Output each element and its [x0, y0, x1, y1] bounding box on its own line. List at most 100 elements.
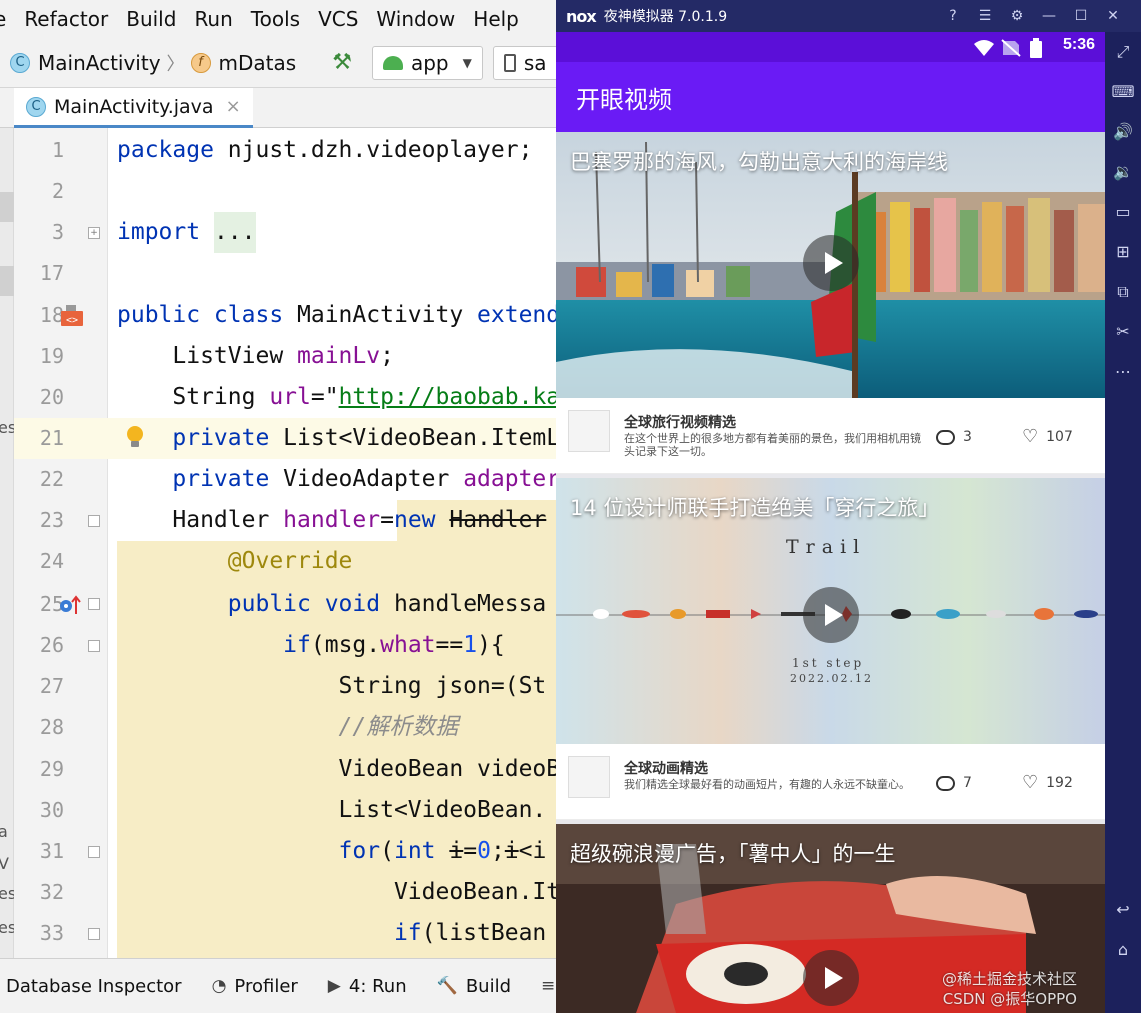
menu-item-run[interactable]: Run [185, 7, 241, 31]
keyboard-icon[interactable]: ⌨ [1111, 80, 1135, 104]
tab-mainactivity-java[interactable]: C MainActivity.java × [14, 88, 253, 128]
volume-down-icon[interactable]: 🔉 [1111, 160, 1135, 184]
close-icon[interactable]: × [226, 96, 241, 117]
menu-item-build[interactable]: Build [117, 7, 185, 31]
strip-fragment: V [0, 854, 9, 873]
wifi-icon [974, 40, 994, 56]
video-thumbnail[interactable]: 巴塞罗那的海风，勾勒出意大利的海岸线 [556, 132, 1105, 398]
help-icon[interactable]: ? [937, 8, 969, 24]
lightbulb-icon[interactable] [124, 424, 146, 450]
breadcrumb-class[interactable]: C MainActivity [10, 51, 161, 75]
menu-item-vcs[interactable]: VCS [309, 7, 367, 31]
code-token: public void [117, 591, 394, 617]
code-line: 19 ListView mainLv; [14, 336, 556, 377]
menu-bar: e Refactor Build Run Tools VCS Window He… [0, 0, 556, 38]
code-token: public class [117, 302, 298, 328]
hammer-icon: 🔨 [436, 976, 458, 996]
comment-count[interactable]: 3 [936, 425, 972, 445]
code-text: private List<VideoBean.ItemL [117, 418, 556, 459]
status-bar: 5:36 [556, 32, 1105, 62]
play-icon[interactable] [803, 235, 859, 291]
code-token: ListView [117, 343, 298, 369]
fold-collapse-icon[interactable] [88, 515, 100, 527]
code-token: handleMessa [393, 591, 547, 617]
tool-window-strip: es a V es es [0, 128, 16, 958]
code-token: VideoAdapter [283, 466, 464, 492]
maximize-icon[interactable]: ☐ [1065, 8, 1097, 24]
tool-build[interactable]: 🔨 Build [437, 976, 511, 997]
volume-up-icon[interactable]: 🔊 [1111, 120, 1135, 144]
comment-count[interactable]: 7 [936, 771, 972, 791]
comment-icon [936, 425, 955, 445]
video-card[interactable]: 巴塞罗那的海风，勾勒出意大利的海岸线 全球旅行视频精选 在这个世界上的很多地方都… [556, 132, 1105, 474]
code-token: extends [477, 302, 556, 328]
code-token: VideoBean.It [117, 879, 556, 905]
code-token: MainActivity [297, 302, 478, 328]
run-config-select[interactable]: app ▼ [371, 45, 483, 80]
play-icon[interactable] [803, 950, 859, 1006]
fold-collapse-icon[interactable] [88, 598, 100, 610]
video-list[interactable]: 巴塞罗那的海风，勾勒出意大利的海岸线 全球旅行视频精选 在这个世界上的很多地方都… [556, 132, 1105, 1013]
strip-fragment: a [0, 822, 8, 841]
gear-icon[interactable]: ⚙ [1001, 8, 1033, 24]
breadcrumb-field[interactable]: f mDatas [190, 51, 296, 75]
code-line: 1 package njust.dzh.videoplayer; [14, 130, 556, 171]
code-token: import [117, 219, 214, 245]
menu-item-edit-partial[interactable]: e [0, 7, 15, 31]
line-number: 25 [39, 592, 64, 616]
tool-run[interactable]: ▶ 4: Run [328, 976, 407, 997]
code-token: == [435, 632, 464, 658]
comment-icon [936, 771, 955, 791]
menu-item-refactor[interactable]: Refactor [15, 7, 117, 31]
play-icon[interactable] [803, 587, 859, 643]
home-icon[interactable]: ⌂ [1111, 938, 1135, 962]
fold-collapse-icon[interactable] [88, 928, 100, 940]
build-hammer-icon[interactable]: ⚒ [332, 50, 352, 75]
code-token: njust.dzh.videoplayer; [227, 137, 533, 163]
watermark-line: @稀土掘金技术社区 [941, 970, 1077, 988]
like-count[interactable]: ♡ 107 [1022, 428, 1073, 446]
close-icon[interactable]: ✕ [1097, 8, 1129, 24]
tool-profiler[interactable]: ◔ Profiler [212, 976, 298, 997]
tool-database-inspector[interactable]: Database Inspector [6, 976, 182, 997]
like-count[interactable]: ♡ 192 [1022, 774, 1073, 792]
multi-instance-icon[interactable]: ⧉ [1111, 280, 1135, 304]
fold-collapse-icon[interactable] [88, 640, 100, 652]
minimize-icon[interactable]: — [1033, 8, 1065, 24]
video-description: 我们精选全球最好看的动画短片，有趣的人永远不缺童心。 [624, 778, 910, 791]
code-line: 27 String json=(St [14, 666, 556, 707]
apk-install-icon[interactable]: ⊞ [1111, 240, 1135, 264]
line-number: 33 [39, 921, 64, 945]
line-number: 26 [39, 633, 64, 657]
override-method-icon[interactable] [58, 594, 82, 616]
code-token: = [463, 838, 478, 864]
menu-item-help[interactable]: Help [464, 7, 528, 31]
implements-class-icon[interactable]: <> [58, 303, 84, 327]
emulator-title: 夜神模拟器 7.0.1.9 [603, 9, 728, 25]
back-icon[interactable]: ↩ [1111, 898, 1135, 922]
code-token: //解析数据 [117, 714, 459, 740]
line-number: 18 [39, 303, 64, 327]
code-line: 18 public class MainActivity extends [14, 295, 556, 336]
avatar [568, 756, 610, 798]
scissors-icon[interactable]: ✂ [1111, 320, 1135, 344]
fold-collapse-icon[interactable] [88, 846, 100, 858]
code-text: @Override [117, 541, 353, 582]
list-icon: ≡ [541, 976, 556, 996]
device-select[interactable]: sa [492, 45, 556, 80]
code-token: List<VideoBean.ItemL [283, 425, 556, 451]
code-text: String json=(St [117, 666, 547, 707]
code-line: 22 private VideoAdapter adapter [14, 459, 556, 500]
fullscreen-icon[interactable]: ⤢ [1111, 40, 1135, 64]
video-card[interactable]: 14 位设计师联手打造绝美「穿行之旅」 Trail 1st step 2022.… [556, 478, 1105, 820]
video-thumbnail[interactable]: 14 位设计师联手打造绝美「穿行之旅」 Trail 1st step 2022.… [556, 478, 1105, 744]
menu-item-tools[interactable]: Tools [242, 7, 309, 31]
tool-logcat[interactable]: ≡ Lo [541, 976, 556, 997]
watermark-line: CSDN @振华OPPO [942, 990, 1077, 1008]
emulator-titlebar[interactable]: nox 夜神模拟器 7.0.1.9 ? ☰ ⚙ — ☐ ✕ [556, 0, 1141, 32]
screen-icon[interactable]: ▭ [1111, 200, 1135, 224]
fold-expand-icon[interactable]: + [88, 227, 100, 239]
more-icon[interactable]: ⋯ [1111, 360, 1135, 384]
menu-item-window[interactable]: Window [367, 7, 464, 31]
menu-icon[interactable]: ☰ [969, 8, 1001, 24]
